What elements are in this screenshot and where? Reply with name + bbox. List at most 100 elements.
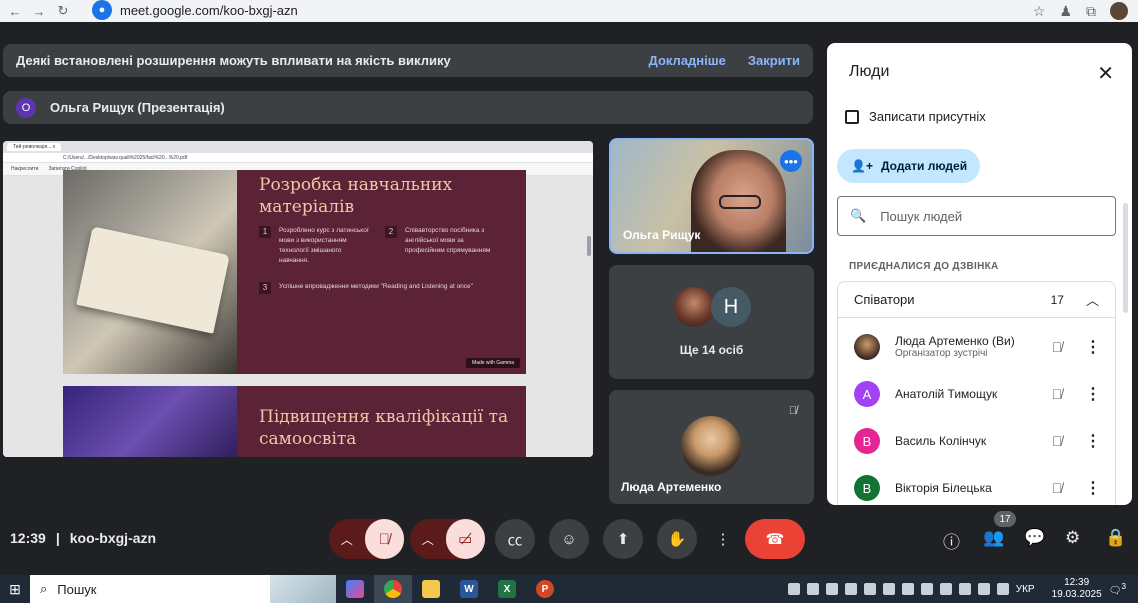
raise-hand-button[interactable]: ✋ xyxy=(657,519,697,559)
participant-role: Організатор зустрічі xyxy=(895,348,988,359)
viber-icon[interactable] xyxy=(825,583,838,595)
add-person-icon: 👤+ xyxy=(851,159,873,173)
tray-app-icon[interactable] xyxy=(863,583,876,595)
extensions-icon[interactable]: ⧉ xyxy=(1086,3,1096,20)
record-attendance-button[interactable]: Записати присутніх xyxy=(845,109,986,124)
more-vert-icon[interactable]: ⋮ xyxy=(1085,337,1101,357)
excel-app[interactable]: X xyxy=(488,575,526,603)
tray-app-icon[interactable] xyxy=(844,583,857,595)
security-icon[interactable] xyxy=(920,583,933,595)
mic-off-icon[interactable]: 🎙̸ xyxy=(1045,480,1069,496)
contributors-header[interactable]: Співатори 17 ︿ xyxy=(838,282,1115,318)
chevron-up-icon[interactable]: ︿ xyxy=(329,531,365,548)
tray-app-icon[interactable] xyxy=(787,583,800,595)
participant-avatar: В xyxy=(854,475,880,501)
participant-row[interactable]: В Вікторія Білецька 🎙̸ ⋮ xyxy=(838,465,1115,505)
participant-row[interactable]: В Василь Колінчук 🎙̸ ⋮ xyxy=(838,418,1115,464)
word-icon: W xyxy=(460,580,478,598)
speaker-tile[interactable]: ••• Ольга Рищук xyxy=(609,138,814,254)
reload-icon[interactable]: ↻ xyxy=(54,2,72,20)
add-people-label: Додати людей xyxy=(880,159,968,173)
notification-count: 3 xyxy=(1121,581,1126,592)
captions-button[interactable]: ㏄ xyxy=(495,519,535,559)
activities-icon[interactable]: ⚙ xyxy=(1065,528,1080,548)
word-app[interactable]: W xyxy=(450,575,488,603)
info-icon[interactable]: ⓘ xyxy=(943,528,960,553)
meeting-separator: | xyxy=(55,530,60,546)
mic-off-icon[interactable]: 🎙̸ xyxy=(1045,339,1069,355)
powerpoint-app[interactable]: P xyxy=(526,575,564,603)
profile-avatar[interactable] xyxy=(1110,2,1128,20)
more-people-tile[interactable]: Ще 14 осіб xyxy=(609,265,814,379)
volume-icon[interactable] xyxy=(977,583,990,595)
panel-scrollbar[interactable] xyxy=(1123,203,1128,313)
mic-off-icon[interactable]: 🎙̸ xyxy=(1045,386,1069,402)
url-text[interactable]: meet.google.com/koo-bxgj-azn xyxy=(120,3,298,18)
people-icon[interactable]: 👥 xyxy=(983,528,1004,548)
notifications-icon[interactable]: 🗨3 xyxy=(1109,581,1126,596)
pdf-scrollbar[interactable] xyxy=(587,236,591,256)
chrome-app[interactable] xyxy=(374,575,412,603)
slide-item-2: 2 Співавторство посібника з англійської … xyxy=(385,226,505,256)
reactions-button[interactable]: ☺ xyxy=(549,519,589,559)
search-people-input[interactable]: 🔍 Пошук людей xyxy=(837,196,1116,236)
item-text: Розроблено курс з латинської мови з вико… xyxy=(279,227,369,264)
browser-actions: ☆ ♟ ⧉ xyxy=(1033,0,1128,22)
battery-icon[interactable] xyxy=(939,583,952,595)
host-controls-icon[interactable]: 🔒 xyxy=(1105,528,1126,548)
clock-date: 19.03.2025 xyxy=(1051,589,1102,600)
more-options-icon[interactable]: ••• xyxy=(780,150,802,172)
address-bar[interactable]: ● meet.google.com/koo-bxgj-azn xyxy=(92,0,298,20)
item-number: 1 xyxy=(259,226,271,238)
close-banner-link[interactable]: Закрити xyxy=(748,53,800,68)
tile-name: Люда Артеменко xyxy=(621,480,722,494)
participant-name: Люда Артеменко (Ви) xyxy=(895,334,1015,348)
chevron-up-icon[interactable]: ︿ xyxy=(1086,290,1099,309)
excel-icon: X xyxy=(498,580,516,598)
camera-control-group: ︿ ▭̸ xyxy=(410,519,485,559)
more-vert-icon[interactable]: ⋮ xyxy=(1085,431,1101,451)
leave-call-button[interactable]: ☎ xyxy=(745,519,805,559)
forward-icon[interactable]: → xyxy=(30,2,48,20)
telegram-icon[interactable] xyxy=(806,583,819,595)
close-icon[interactable]: ✕ xyxy=(1097,61,1114,86)
bluetooth-icon[interactable] xyxy=(901,583,914,595)
pdf-tool-draw: Накреслити xyxy=(11,166,39,172)
copilot-app[interactable] xyxy=(336,575,374,603)
taskbar-search-label: Пошук xyxy=(57,581,97,597)
chevron-up-icon[interactable]: ︿ xyxy=(410,531,446,548)
extension-app-icon[interactable]: ♟ xyxy=(1059,3,1072,20)
mic-icon[interactable]: ● xyxy=(92,0,112,20)
participant-avatar: В xyxy=(854,428,880,454)
language-indicator[interactable]: УКР xyxy=(1016,584,1035,595)
more-options-button[interactable]: ⋮ xyxy=(711,519,735,559)
mic-off-icon[interactable]: 🎙̸ xyxy=(1045,433,1069,449)
item-text: Співавторство посібника з англійської мо… xyxy=(405,227,491,254)
more-vert-icon[interactable]: ⋮ xyxy=(1085,384,1101,404)
bookmark-star-icon[interactable]: ☆ xyxy=(1033,3,1046,20)
participant-row[interactable]: А Анатолій Тимощук 🎙̸ ⋮ xyxy=(838,371,1115,417)
more-vert-icon[interactable]: ⋮ xyxy=(1085,478,1101,498)
back-icon[interactable]: ← xyxy=(6,2,24,20)
taskbar-clock[interactable]: 12:39 19.03.2025 xyxy=(1052,577,1102,601)
learn-more-link[interactable]: Докладніше xyxy=(649,53,726,68)
wifi-icon[interactable] xyxy=(958,583,971,595)
present-button[interactable]: ⬆ xyxy=(603,519,643,559)
slide-1: Розробка навчальних матеріалів 1 Розробл… xyxy=(63,170,526,374)
windows-start-icon[interactable]: ⊞ xyxy=(0,581,30,598)
meeting-time: 12:39 xyxy=(10,530,46,546)
mic-icon[interactable] xyxy=(996,583,1009,595)
add-people-button[interactable]: 👤+ Додати людей xyxy=(837,149,980,183)
tile-name: Ольга Рищук xyxy=(623,228,701,242)
taskbar-search[interactable]: ⌕ Пошук xyxy=(30,575,270,603)
mic-control-group: ︿ 🎙̸ xyxy=(329,519,404,559)
tray-app-icon[interactable] xyxy=(882,583,895,595)
self-tile[interactable]: 🎙̸ Люда Артеменко xyxy=(609,390,814,504)
mic-off-icon: 🎙̸ xyxy=(782,400,804,422)
participant-name: Вікторія Білецька xyxy=(895,481,992,495)
camera-off-button[interactable]: ▭̸ xyxy=(445,519,485,559)
participant-row[interactable]: Люда Артеменко (Ви) Організатор зустрічі… xyxy=(838,324,1115,370)
explorer-app[interactable] xyxy=(412,575,450,603)
chat-icon[interactable]: 💬 xyxy=(1024,528,1045,548)
mic-off-button[interactable]: 🎙̸ xyxy=(364,519,404,559)
